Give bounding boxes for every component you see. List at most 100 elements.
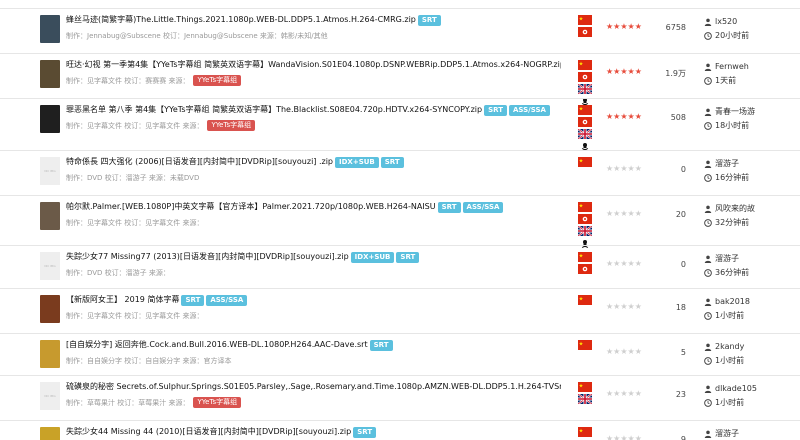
- meta-text: 制作：自自娱分字 校订：自自娱分字 来源：官方译本: [66, 356, 232, 365]
- meta-text: 制作：草莓果汁 校订：草莓果汁 来源：: [66, 398, 190, 407]
- format-tag[interactable]: ASS/SSA: [462, 201, 504, 213]
- user-icon: [704, 430, 712, 438]
- china-flag-icon: [578, 382, 592, 392]
- subtitle-title-link[interactable]: 旺达·幻视 第一季第4集【YYeTs字幕组 简繁英双语字幕】WandaVisio…: [66, 60, 561, 69]
- poster-thumbnail[interactable]: [40, 340, 60, 368]
- language-flags: [578, 427, 592, 439]
- format-tag[interactable]: SRT: [181, 294, 205, 306]
- poster-thumbnail[interactable]: NO IMG: [40, 252, 60, 280]
- meta-line: 制作：见字幕文件 校订：赛赛赛 来源： YYeTs字幕组: [66, 75, 561, 87]
- poster-thumbnail[interactable]: [40, 202, 60, 230]
- download-count: 18: [675, 303, 686, 312]
- row-content: 旺达·幻视 第一季第4集【YYeTs字幕组 简繁英双语字幕】WandaVisio…: [66, 58, 561, 87]
- row-content: 失踪少女77 Missing77 (2013)[日语发音][内封简中][DVDR…: [66, 250, 561, 279]
- poster-thumbnail[interactable]: [40, 427, 60, 440]
- uploader-name-link[interactable]: 溜游子: [715, 429, 739, 438]
- poster-thumbnail[interactable]: NO IMG: [40, 157, 60, 185]
- subtitle-title-link[interactable]: 失踪少女77 Missing77 (2013)[日语发音][内封简中][DVDR…: [66, 252, 349, 261]
- format-tag[interactable]: SRT: [380, 156, 404, 168]
- rating: ★★★★★: [606, 259, 642, 268]
- uploader-name-link[interactable]: bak2018: [715, 297, 750, 306]
- poster-thumbnail[interactable]: [40, 105, 60, 133]
- group-badge[interactable]: YYeTs字幕组: [193, 397, 242, 408]
- subtitle-title-link[interactable]: 硫磺泉的秘密 Secrets.of.Sulphur.Springs.S01E05…: [66, 382, 561, 391]
- uploader-name-link[interactable]: 溜游子: [715, 159, 739, 168]
- rating-star-icon: ★: [620, 67, 628, 76]
- format-tag[interactable]: ASS/SSA: [206, 294, 248, 306]
- poster-placeholder-icon: NO IMG: [40, 252, 60, 280]
- subtitle-title-link[interactable]: 失踪少女44 Missing 44 (2010)[日语发音][内封简中][DVD…: [66, 427, 351, 436]
- row-content: 硫磺泉的秘密 Secrets.of.Sulphur.Springs.S01E05…: [66, 380, 561, 409]
- subtitle-row: 【新版阿女王】 2019 简体字幕 SRT ASS/SSA 制作：见字幕文件 校订：…: [0, 288, 800, 333]
- uploader-name-link[interactable]: lx520: [715, 17, 737, 26]
- subtitle-title-link[interactable]: 帕尔默.Palmer.[WEB.1080P]中英文字幕【官方译本】Palmer.…: [66, 202, 436, 211]
- poster-thumbnail[interactable]: [40, 15, 60, 43]
- clock-icon: [704, 174, 712, 182]
- subtitle-row: NO IMG 特命係長 四大强化 (2006)[日语发音][内封简中][DVDR…: [0, 150, 800, 195]
- uploader-info: 溜游子 36分钟前: [704, 252, 800, 280]
- user-icon: [704, 205, 712, 213]
- hongkong-flag-icon: [578, 27, 592, 37]
- row-content: [自自娱分字] 返回奔他.Cock.and.Bull.2016.WEB-DL.1…: [66, 338, 561, 367]
- meta-line: 制作：自自娱分字 校订：自自娱分字 来源：官方译本: [66, 355, 561, 367]
- meta-text: 制作：见字幕文件 校订：见字幕文件 来源：: [66, 121, 204, 130]
- subtitle-title-link[interactable]: 蜂丝马迹(简繁字幕)The.Little.Things.2021.1080p.W…: [66, 15, 416, 24]
- clock-icon: [704, 312, 712, 320]
- subtitle-title-link[interactable]: [自自娱分字] 返回奔他.Cock.and.Bull.2016.WEB-DL.1…: [66, 340, 368, 349]
- format-tag[interactable]: SRT: [353, 426, 377, 438]
- clock-icon: [704, 122, 712, 130]
- subtitle-row: 旺达·幻视 第一季第4集【YYeTs字幕组 简繁英双语字幕】WandaVisio…: [0, 53, 800, 106]
- subtitle-title-link[interactable]: 特命係長 四大强化 (2006)[日语发音][内封简中][DVDRip][sou…: [66, 157, 333, 166]
- china-flag-icon: [578, 202, 592, 212]
- format-tag[interactable]: SRT: [417, 14, 441, 26]
- uploader-name-link[interactable]: 青春一场游: [715, 107, 755, 116]
- row-content: 【新版阿女王】 2019 简体字幕 SRT ASS/SSA 制作：见字幕文件 校订：…: [66, 293, 561, 322]
- svg-text:NO IMG: NO IMG: [44, 394, 56, 398]
- rating-star-icon: ★: [620, 22, 628, 31]
- row-content: 帕尔默.Palmer.[WEB.1080P]中英文字幕【官方译本】Palmer.…: [66, 200, 561, 229]
- language-flags: [578, 105, 592, 153]
- format-tag[interactable]: SRT: [369, 339, 393, 351]
- format-tag[interactable]: IDX+SUB: [335, 156, 379, 168]
- uploader-name-link[interactable]: 风吹来的故: [715, 204, 755, 213]
- uk-flag-icon: [578, 84, 592, 94]
- user-icon: [704, 255, 712, 263]
- row-content: 蜂丝马迹(简繁字幕)The.Little.Things.2021.1080p.W…: [66, 13, 561, 42]
- meta-text: 制作：DVD 校订：溜游子 来源：未载DVD: [66, 173, 200, 182]
- china-flag-icon: [578, 105, 592, 115]
- uploader-info: 青春一场游 18小时前: [704, 105, 800, 133]
- group-badge[interactable]: YYeTs字幕组: [207, 120, 256, 131]
- format-tag[interactable]: SRT: [484, 104, 507, 116]
- clock-icon: [704, 219, 712, 227]
- format-tag[interactable]: SRT: [396, 251, 420, 263]
- meta-line: 制作：Jennabug@Subscene 校订：Jennabug@Subscen…: [66, 30, 561, 42]
- rating-star-icon: ★: [620, 389, 628, 398]
- uploader-name-link[interactable]: Fernweh: [715, 62, 749, 71]
- china-flag-icon: [578, 15, 592, 25]
- poster-thumbnail[interactable]: [40, 60, 60, 88]
- subtitle-list: 蜂丝马迹(简繁字幕)The.Little.Things.2021.1080p.W…: [0, 0, 800, 440]
- format-tag[interactable]: ASS/SSA: [509, 104, 550, 116]
- rating-star-icon: ★: [627, 112, 635, 121]
- poster-thumbnail[interactable]: NO IMG: [40, 382, 60, 410]
- hongkong-flag-icon: [578, 117, 592, 127]
- subtitle-title-link[interactable]: 罪恶黑名单 第八季 第4集【YYeTs字幕组 简繁英双语字幕】The.Black…: [66, 105, 482, 114]
- group-badge[interactable]: YYeTs字幕组: [193, 75, 242, 86]
- clock-icon: [704, 399, 712, 407]
- format-tag[interactable]: IDX+SUB: [350, 251, 395, 263]
- user-icon: [704, 63, 712, 71]
- rating-star-icon: ★: [627, 67, 635, 76]
- download-count: 23: [675, 390, 686, 399]
- subtitle-title-link[interactable]: 【新版阿女王】 2019 简体字幕: [66, 295, 179, 304]
- meta-text: 制作：DVD 校订：溜游子 来源：: [66, 268, 170, 277]
- uploader-name-link[interactable]: 2kandy: [715, 342, 744, 351]
- poster-thumbnail[interactable]: [40, 295, 60, 323]
- uploader-name-link[interactable]: dlkade105: [715, 384, 757, 393]
- uploader-info: 风吹来的故 32分钟前: [704, 202, 800, 230]
- uploader-name-link[interactable]: 溜游子: [715, 254, 739, 263]
- clock-icon: [704, 357, 712, 365]
- rating: ★★★★★: [606, 434, 642, 440]
- uploader-info: Fernweh 1天前: [704, 60, 800, 88]
- download-count: 1.9万: [665, 69, 686, 78]
- format-tag[interactable]: SRT: [437, 201, 461, 213]
